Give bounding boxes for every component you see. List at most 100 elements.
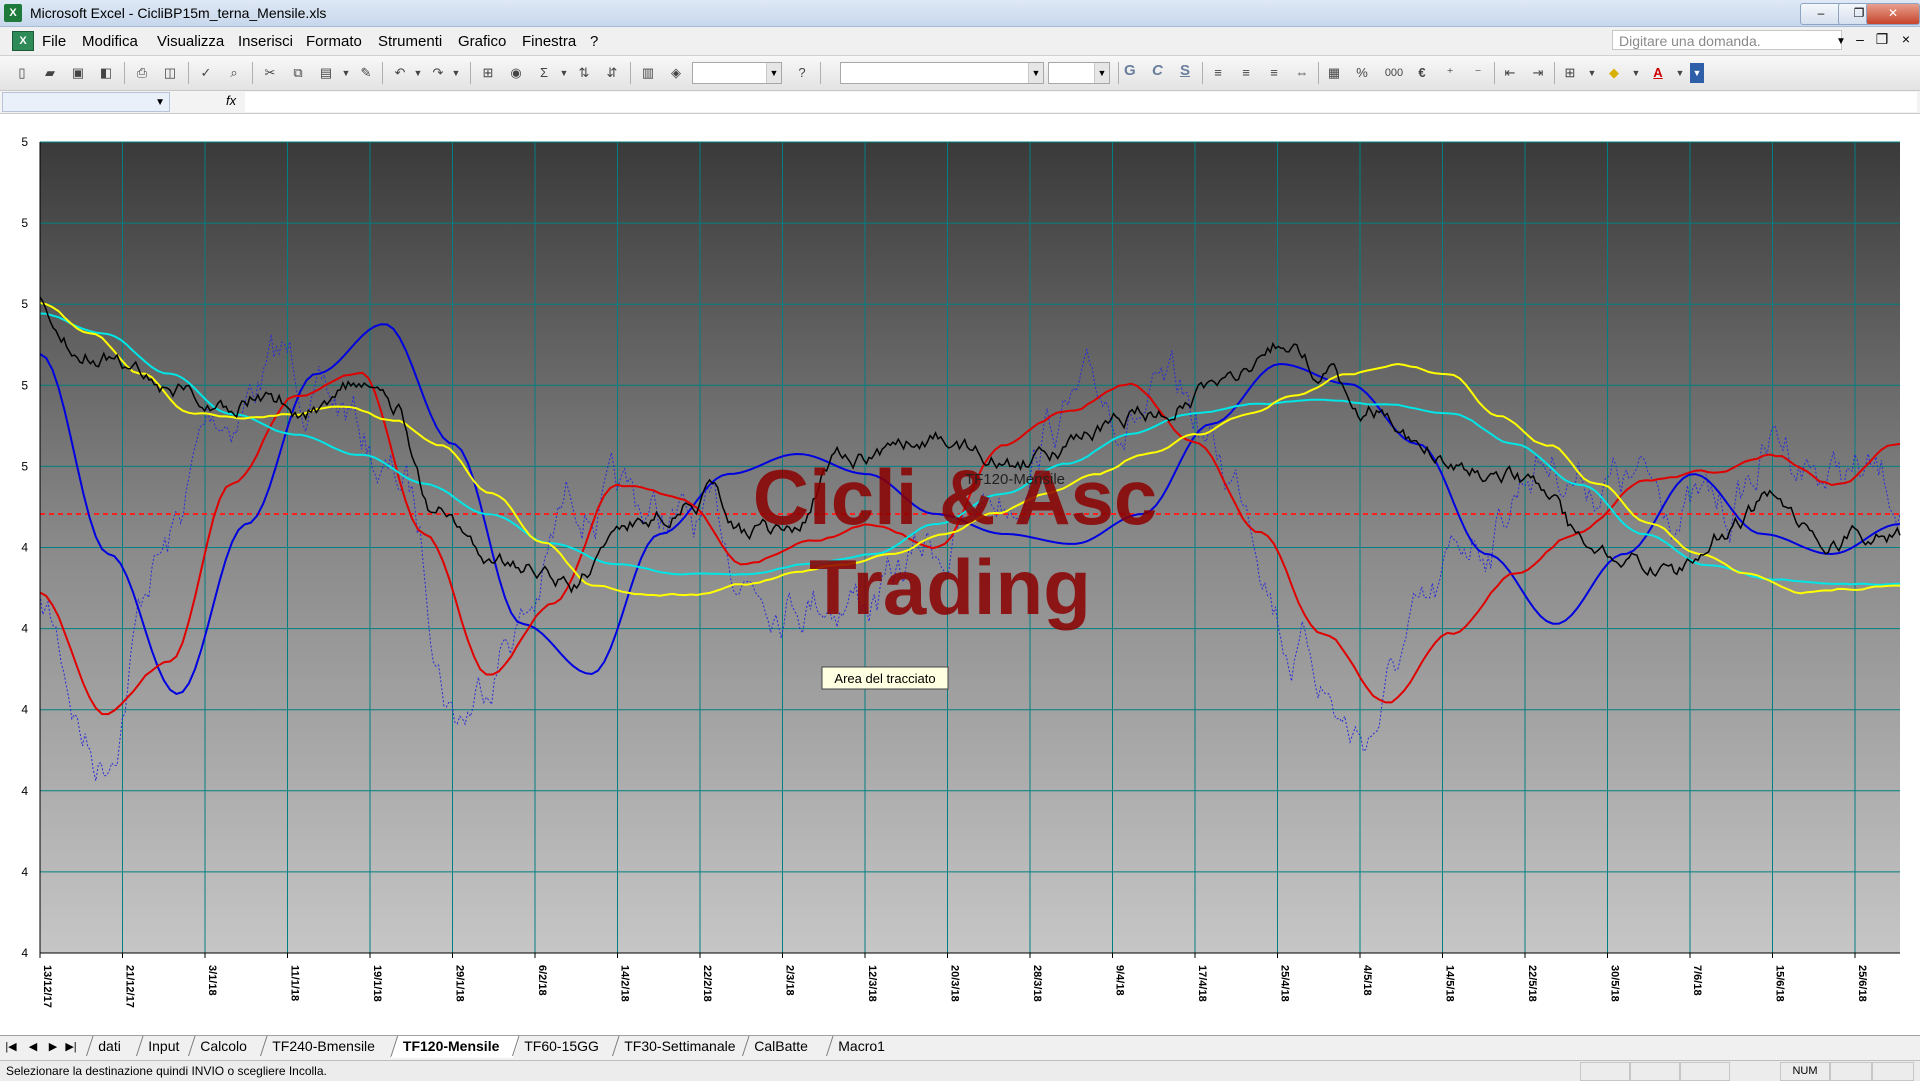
- sheet-tab[interactable]: TF240-Bmensile: [260, 1036, 398, 1056]
- ask-question-box[interactable]: Digitare una domanda.: [1612, 30, 1842, 50]
- chevron-down-icon[interactable]: ▼: [766, 63, 781, 83]
- help-icon[interactable]: ?: [792, 63, 812, 83]
- increase-indent-icon[interactable]: ⇥: [1528, 63, 1548, 83]
- chevron-down-icon[interactable]: ▼: [1094, 63, 1109, 83]
- align-center-icon[interactable]: ≡: [1236, 63, 1256, 83]
- permission-icon[interactable]: ◧: [96, 63, 116, 83]
- new-icon[interactable]: ▯: [12, 63, 32, 83]
- last-sheet-icon[interactable]: ▶|: [64, 1040, 78, 1053]
- decrease-indent-icon[interactable]: ⇤: [1500, 63, 1520, 83]
- menu-modifica[interactable]: Modifica: [82, 33, 138, 50]
- align-right-icon[interactable]: ≡: [1264, 63, 1284, 83]
- menu-file[interactable]: File: [42, 33, 66, 50]
- menu-finestra[interactable]: Finestra: [522, 33, 576, 50]
- x-tick-label: 15/6/18: [1774, 965, 1786, 1002]
- save-icon[interactable]: ▣: [68, 63, 88, 83]
- sheet-tab[interactable]: dati: [86, 1036, 144, 1056]
- percent-button[interactable]: %: [1352, 63, 1372, 83]
- open-icon[interactable]: ▰: [40, 63, 60, 83]
- sort-descending-icon[interactable]: ⇵: [602, 63, 622, 83]
- thousands-button[interactable]: 000: [1380, 63, 1408, 83]
- borders-icon[interactable]: ⊞: [1560, 63, 1580, 83]
- copy-icon[interactable]: ⧉: [288, 63, 308, 83]
- autosum-icon[interactable]: Σ: [534, 63, 554, 83]
- close-button[interactable]: ✕: [1866, 3, 1920, 25]
- menu-strumenti[interactable]: Strumenti: [378, 33, 442, 50]
- drawing-icon[interactable]: ◈: [666, 63, 686, 83]
- name-box[interactable]: ▼: [2, 92, 170, 112]
- y-tick-label: 5: [21, 216, 28, 230]
- toolbar-options-icon[interactable]: ▼: [1690, 63, 1704, 83]
- sheet-tab[interactable]: TF30-Settimanale: [612, 1036, 750, 1056]
- print-icon[interactable]: ⎙: [132, 63, 152, 83]
- chevron-down-icon[interactable]: ▼: [155, 97, 165, 108]
- function-icon[interactable]: fx: [226, 93, 236, 108]
- doc-close-button[interactable]: ×: [1896, 31, 1916, 47]
- euro-button[interactable]: €: [1412, 63, 1432, 83]
- x-tick-label: 30/5/18: [1609, 965, 1621, 1002]
- bold-button[interactable]: G: [1124, 62, 1136, 79]
- chevron-down-icon[interactable]: ▼: [336, 63, 356, 83]
- next-sheet-icon[interactable]: ▶: [46, 1040, 60, 1053]
- merge-center-icon[interactable]: ⇔: [1292, 63, 1312, 83]
- menu-help[interactable]: ?: [590, 33, 598, 50]
- chevron-down-icon[interactable]: ▼: [446, 63, 466, 83]
- align-left-icon[interactable]: ≡: [1208, 63, 1228, 83]
- redo-icon[interactable]: ↷: [428, 63, 448, 83]
- menu-inserisci[interactable]: Inserisci: [238, 33, 293, 50]
- increase-decimal-icon[interactable]: ⁺: [1440, 63, 1460, 83]
- font-name-combo[interactable]: ▼: [840, 62, 1044, 84]
- menu-visualizza[interactable]: Visualizza: [157, 33, 224, 50]
- chevron-down-icon[interactable]: ▼: [554, 63, 574, 83]
- currency-style-icon[interactable]: ▦: [1324, 63, 1344, 83]
- x-tick-label: 3/1/18: [206, 965, 218, 996]
- sheet-tab-label: dati: [98, 1038, 121, 1054]
- sheet-tab[interactable]: CalBatte: [742, 1036, 834, 1056]
- doc-restore-button[interactable]: ❐: [1872, 31, 1892, 48]
- font-color-icon[interactable]: A: [1648, 63, 1668, 83]
- document-icon[interactable]: X: [12, 31, 34, 51]
- sheet-tab[interactable]: TF120-Mensile: [390, 1036, 521, 1058]
- chevron-down-icon[interactable]: ▼: [408, 63, 428, 83]
- chevron-down-icon[interactable]: ▼: [1836, 36, 1846, 47]
- sheet-tab[interactable]: Input: [136, 1036, 196, 1056]
- web-icon[interactable]: ◉: [506, 63, 526, 83]
- sheet-tab[interactable]: Calcolo: [188, 1036, 268, 1056]
- y-tick-label: 5: [21, 378, 28, 392]
- research-icon[interactable]: ⌕: [224, 63, 244, 83]
- paste-icon[interactable]: ▤: [316, 63, 336, 83]
- chevron-down-icon[interactable]: ▼: [1626, 63, 1646, 83]
- cut-icon[interactable]: ✂: [260, 63, 280, 83]
- doc-minimize-button[interactable]: ‒: [1850, 31, 1870, 47]
- sort-ascending-icon[interactable]: ⇅: [574, 63, 594, 83]
- chevron-down-icon[interactable]: ▼: [1582, 63, 1602, 83]
- hyperlink-icon[interactable]: ⊞: [478, 63, 498, 83]
- decrease-decimal-icon[interactable]: ⁻: [1468, 63, 1488, 83]
- prev-sheet-icon[interactable]: ◀: [26, 1040, 40, 1053]
- format-painter-icon[interactable]: ✎: [356, 63, 376, 83]
- watermark-line2: Trading: [809, 543, 1091, 631]
- zoom-combo[interactable]: ▼: [692, 62, 782, 84]
- chevron-down-icon[interactable]: ▼: [1670, 63, 1690, 83]
- menu-grafico[interactable]: Grafico: [458, 33, 506, 50]
- spelling-icon[interactable]: ✓: [196, 63, 216, 83]
- chart-svg[interactable]: 5 5 5 5 5 4 4 4 4 4 4 13/12/17 21/12/17 3/1/18 11/1/1…: [0, 114, 1920, 1035]
- sheet-tab[interactable]: Macro1: [826, 1036, 904, 1056]
- formula-input[interactable]: [245, 92, 1917, 112]
- sheet-tab[interactable]: TF60-15GG: [512, 1036, 620, 1056]
- window-title: Microsoft Excel - CicliBP15m_terna_Mensi…: [30, 5, 327, 21]
- chevron-down-icon[interactable]: ▼: [1028, 63, 1043, 83]
- chart-wizard-icon[interactable]: ▥: [638, 63, 658, 83]
- menu-formato[interactable]: Formato: [306, 33, 362, 50]
- font-size-combo[interactable]: ▼: [1048, 62, 1110, 84]
- fill-color-icon[interactable]: ◆: [1604, 63, 1624, 83]
- excel-icon[interactable]: X: [4, 4, 22, 22]
- underline-button[interactable]: S: [1180, 62, 1190, 79]
- undo-icon[interactable]: ↶: [390, 63, 410, 83]
- minimize-button[interactable]: ‒: [1800, 3, 1842, 25]
- italic-button[interactable]: C: [1152, 62, 1163, 79]
- chart-area[interactable]: 5 5 5 5 5 4 4 4 4 4 4 13/12/17 21/12/17 3/1/18 11/1/1…: [0, 114, 1920, 1035]
- first-sheet-icon[interactable]: |◀: [4, 1040, 18, 1053]
- print-preview-icon[interactable]: ◫: [160, 63, 180, 83]
- sheet-tab-label: CalBatte: [754, 1038, 808, 1054]
